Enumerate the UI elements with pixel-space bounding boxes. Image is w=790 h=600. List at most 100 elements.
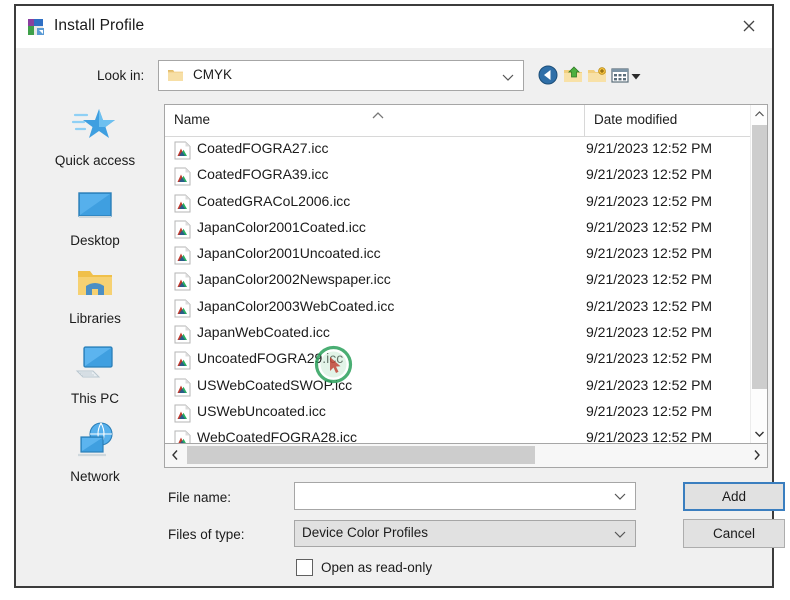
table-row[interactable]: JapanColor2003WebCoated.icc 9/21/2023 12:… (165, 295, 767, 321)
date-modified-cell: 9/21/2023 12:52 PM (586, 140, 713, 156)
date-modified-cell: 9/21/2023 12:52 PM (586, 324, 713, 341)
column-header-date-modified[interactable]: Date modified (585, 105, 767, 137)
place-network[interactable]: Network (32, 417, 158, 495)
sort-ascending-chevron-icon (370, 107, 386, 119)
place-label: Desktop (70, 233, 120, 248)
scroll-up-button[interactable] (751, 105, 767, 123)
file-name-cell: JapanColor2001Coated.icc (197, 218, 366, 235)
table-row[interactable]: CoatedFOGRA39.icc 9/21/2023 12:52 PM (165, 163, 767, 189)
date-modified-cell: 9/21/2023 12:52 PM (586, 297, 713, 314)
vertical-scrollbar[interactable] (750, 105, 767, 443)
table-row[interactable]: JapanColor2002Newspaper.icc 9/21/2023 12:… (165, 268, 767, 294)
files-of-type-combobox[interactable]: Device Color Profiles (294, 520, 636, 547)
network-globe-icon (71, 417, 119, 465)
file-rows: CoatedFOGRA27.icc 9/21/2023 12:52 PM Coate… (165, 137, 767, 443)
column-header-name[interactable]: Name (165, 105, 585, 137)
file-name-cell: CoatedFOGRA39.icc (197, 166, 329, 183)
file-name-cell: CoatedGRACoL2006.icc (197, 192, 351, 209)
date-modified-cell: 9/21/2023 12:52 PM (586, 350, 713, 367)
file-name-input[interactable] (301, 483, 605, 511)
scroll-down-button[interactable] (751, 425, 767, 443)
new-folder-icon[interactable] (586, 64, 608, 86)
install-profile-dialog: Install Profile Look in: CMYK Quick acce… (14, 4, 785, 588)
place-label: Network (70, 469, 120, 484)
place-libraries[interactable]: Libraries (32, 259, 158, 337)
file-name-cell: USWebCoatedSWOP.icc (197, 376, 353, 393)
up-folder-icon[interactable] (562, 64, 584, 86)
icc-profile-icon (174, 167, 191, 186)
caret-down-icon[interactable] (630, 69, 642, 81)
place-label: This PC (70, 391, 119, 406)
scroll-left-button[interactable] (165, 444, 185, 466)
icc-profile-icon (174, 299, 191, 318)
places-bar: Quick access Desktop Libraries This PC N… (32, 101, 158, 506)
file-name-cell: UncoatedFOGRA29.icc (197, 350, 344, 367)
file-list: Name Date modified CoatedFOGRA27.icc 9/21… (164, 104, 768, 444)
scroll-right-button[interactable] (747, 444, 767, 466)
table-row[interactable]: UncoatedFOGRA29.icc 9/21/2023 12:52 PM (165, 347, 767, 373)
open-as-read-only-row[interactable]: Open as read-only (296, 556, 432, 578)
vertical-scroll-thumb[interactable] (752, 125, 767, 389)
date-modified-cell: 9/21/2023 12:52 PM (586, 245, 713, 262)
column-header-label: Date modified (594, 112, 678, 127)
look-in-combobox[interactable]: CMYK (158, 60, 524, 91)
title-bar: Install Profile (16, 6, 772, 48)
file-name-cell: JapanColor2002Newspaper.icc (197, 271, 391, 288)
desktop-monitor-icon (71, 181, 119, 229)
table-row[interactable]: WebCoatedFOGRA28.icc 9/21/2023 12:52 PM (165, 426, 767, 443)
place-desktop[interactable]: Desktop (32, 181, 158, 259)
chevron-down-icon[interactable] (613, 528, 627, 541)
date-modified-cell: 9/21/2023 12:52 PM (586, 192, 713, 209)
libraries-folder-icon (71, 259, 119, 307)
files-of-type-label: Files of type: (168, 527, 245, 542)
close-button[interactable] (726, 6, 772, 46)
install-profile-icon (26, 17, 46, 37)
file-name-cell: JapanWebCoated.icc (197, 324, 330, 341)
file-name-cell: CoatedFOGRA27.icc (197, 140, 329, 156)
views-icon[interactable] (609, 64, 631, 86)
file-name-cell: JapanColor2003WebCoated.icc (197, 297, 395, 314)
icc-profile-icon (174, 404, 191, 423)
date-modified-cell: 9/21/2023 12:52 PM (586, 166, 713, 183)
date-modified-cell: 9/21/2023 12:52 PM (586, 429, 713, 443)
table-row[interactable]: CoatedFOGRA27.icc 9/21/2023 12:52 PM (165, 137, 767, 163)
icc-profile-icon (174, 325, 191, 344)
icc-profile-icon (174, 246, 191, 265)
file-name-label: File name: (168, 490, 232, 505)
this-pc-icon (71, 339, 119, 387)
horizontal-scroll-thumb[interactable] (187, 446, 535, 464)
chevron-down-icon[interactable] (501, 70, 515, 84)
place-label: Quick access (54, 153, 136, 168)
cancel-button[interactable]: Cancel (683, 519, 785, 548)
table-row[interactable]: USWebCoatedSWOP.icc 9/21/2023 12:52 PM (165, 374, 767, 400)
table-row[interactable]: JapanColor2001Coated.icc 9/21/2023 12:52 … (165, 216, 767, 242)
table-row[interactable]: CoatedGRACoL2006.icc 9/21/2023 12:52 PM (165, 190, 767, 216)
file-name-field[interactable] (294, 482, 636, 511)
icc-profile-icon (174, 220, 191, 239)
back-arrow-icon[interactable] (537, 64, 559, 86)
place-label: Libraries (69, 311, 121, 326)
folder-icon (167, 67, 184, 84)
file-name-cell: JapanColor2001Uncoated.icc (197, 245, 381, 262)
icc-profile-icon (174, 272, 191, 291)
open-as-read-only-checkbox[interactable] (296, 558, 313, 576)
icc-profile-icon (174, 351, 191, 370)
icc-profile-icon (174, 378, 191, 397)
open-as-read-only-label: Open as read-only (321, 559, 433, 575)
window-title: Install Profile (54, 17, 145, 34)
table-row[interactable]: JapanColor2001Uncoated.icc 9/21/2023 12:5… (165, 242, 767, 268)
chevron-down-icon[interactable] (613, 490, 627, 503)
files-of-type-value: Device Color Profiles (302, 525, 429, 540)
table-row[interactable]: USWebUncoated.icc 9/21/2023 12:52 PM (165, 400, 767, 426)
quick-access-star-icon (71, 101, 119, 149)
place-this-pc[interactable]: This PC (32, 339, 158, 417)
place-quick-access[interactable]: Quick access (32, 101, 158, 179)
column-header-label: Name (174, 112, 211, 127)
file-name-cell: USWebUncoated.icc (197, 402, 326, 419)
add-button[interactable]: Add (683, 482, 785, 511)
date-modified-cell: 9/21/2023 12:52 PM (586, 376, 713, 393)
table-row[interactable]: JapanWebCoated.icc 9/21/2023 12:52 PM (165, 321, 767, 347)
horizontal-scrollbar[interactable] (164, 444, 768, 468)
icc-profile-icon (174, 430, 191, 443)
date-modified-cell: 9/21/2023 12:52 PM (586, 402, 713, 419)
